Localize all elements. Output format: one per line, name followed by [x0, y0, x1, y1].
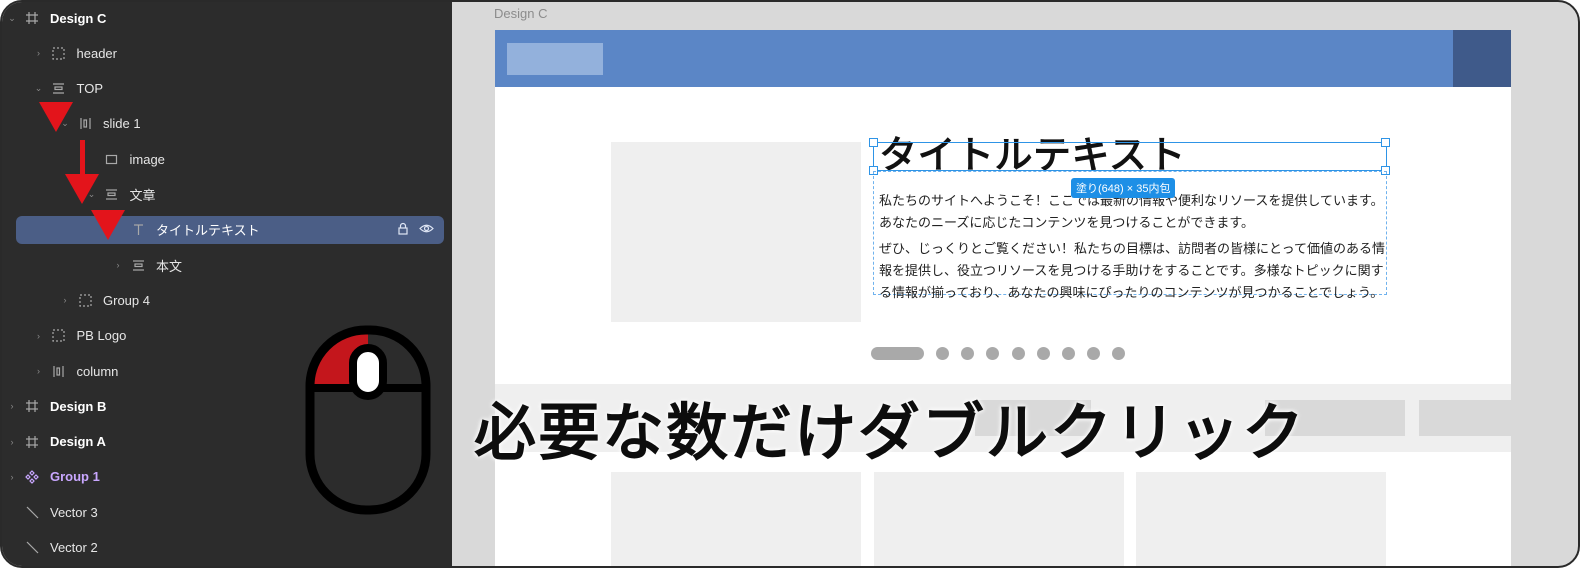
layer-label: slide 1	[103, 116, 141, 132]
column-cell[interactable]	[1419, 400, 1511, 436]
autolayout-horizontal-icon	[51, 363, 67, 379]
frame-label[interactable]: Design C	[494, 6, 547, 21]
line-icon	[24, 540, 40, 556]
layer-label: Group 4	[103, 292, 150, 308]
chevron-right-icon[interactable]: ›	[112, 260, 124, 270]
red-arrow-shaft	[80, 140, 85, 176]
rectangle-icon	[104, 151, 120, 167]
chevron-right-icon[interactable]: ›	[33, 331, 45, 341]
layer-label: PB Logo	[76, 328, 127, 344]
slide-image[interactable]	[611, 142, 861, 322]
layer-label: Design B	[50, 398, 107, 414]
chevron-right-icon[interactable]: ›	[59, 295, 71, 305]
layer-row-6[interactable]: タイトルテキスト	[16, 215, 444, 244]
carousel-active-indicator[interactable]	[871, 347, 924, 360]
body-paragraph[interactable]: ぜひ、じっくりとご覧ください！私たちの目標は、訪問者の皆様にとって価値のある情報…	[879, 238, 1395, 304]
red-arrow-marker	[65, 174, 99, 204]
red-arrow-marker	[91, 210, 125, 240]
component-icon	[24, 469, 40, 485]
chevron-right-icon[interactable]: ›	[33, 366, 45, 376]
layer-row-4[interactable]: image	[2, 145, 452, 173]
layer-row-1[interactable]: › header	[2, 39, 452, 67]
layer-label: Design A	[50, 434, 106, 450]
mouse-left-click-icon	[305, 325, 431, 515]
logo-placeholder[interactable]	[507, 43, 603, 75]
layer-row-15[interactable]: Vector 2	[2, 534, 452, 562]
layer-label: column	[76, 363, 119, 379]
carousel-dot[interactable]	[1112, 347, 1126, 360]
carousel-dot[interactable]	[986, 347, 1000, 360]
card-placeholder[interactable]	[611, 472, 861, 566]
resize-handle[interactable]	[869, 138, 878, 147]
autolayout-vertical-icon	[51, 81, 67, 97]
carousel-dot[interactable]	[1011, 347, 1025, 360]
layer-row-8[interactable]: › Group 4	[2, 286, 452, 314]
text-icon	[130, 222, 146, 238]
eye-icon[interactable]	[419, 222, 434, 238]
layer-label: 文章	[129, 188, 156, 203]
card-placeholder[interactable]	[1136, 472, 1386, 566]
frame-icon	[24, 434, 40, 450]
lock-icon[interactable]	[397, 222, 409, 238]
carousel-dot[interactable]	[1036, 347, 1050, 360]
size-tag: 塗り(648) × 35内包	[1071, 178, 1176, 198]
layer-label: TOP	[76, 81, 104, 97]
red-arrow-marker	[39, 102, 73, 132]
autolayout-horizontal-icon	[77, 116, 93, 132]
layer-label: Vector 3	[50, 504, 98, 520]
layer-label: Design C	[50, 10, 107, 26]
layer-label: Vector 2	[50, 540, 98, 555]
layer-row-2[interactable]: ⌄ TOP	[2, 75, 452, 103]
layer-label: header	[76, 45, 117, 61]
chevron-down-icon[interactable]: ⌄	[6, 13, 18, 24]
instruction-caption: 必要な数だけダブルクリック	[474, 399, 1307, 468]
design-c-artboard[interactable]: タイトルテキスト 私たちのサイトへようこそ！ここでは最新の情報や便利なリソースを…	[495, 30, 1511, 566]
chevron-right-icon[interactable]: ›	[33, 48, 45, 58]
layer-label: image	[129, 151, 165, 167]
layer-label: Group 1	[50, 469, 100, 485]
frame-icon	[24, 398, 40, 414]
line-icon	[24, 504, 40, 520]
site-header[interactable]	[495, 30, 1511, 87]
frame-icon	[24, 10, 40, 26]
chevron-down-icon[interactable]: ⌄	[33, 83, 45, 94]
chevron-right-icon[interactable]: ›	[6, 472, 18, 482]
carousel-dot[interactable]	[936, 347, 949, 360]
group-dashed-icon	[51, 328, 67, 344]
card-placeholder[interactable]	[874, 472, 1124, 566]
layer-row-0[interactable]: ⌄ Design C	[2, 4, 452, 32]
resize-handle[interactable]	[1381, 138, 1390, 147]
chevron-right-icon[interactable]: ›	[6, 437, 18, 447]
chevron-right-icon[interactable]: ›	[6, 401, 18, 411]
group-dashed-icon	[51, 45, 67, 61]
autolayout-vertical-icon	[104, 187, 120, 203]
selection-outline	[873, 142, 1387, 171]
layer-label: タイトルテキスト	[156, 223, 260, 239]
layer-label: 本文	[156, 258, 183, 274]
carousel-dot[interactable]	[1062, 347, 1075, 360]
carousel-dot[interactable]	[1087, 347, 1101, 360]
layer-row-7[interactable]: › 本文	[2, 251, 452, 279]
header-menu-block[interactable]	[1453, 30, 1511, 87]
group-dashed-icon	[77, 292, 93, 308]
app-window: ⌄ Design C › header ⌄ TOP ⌄ slide 1 image ⌄ 文章 タイトル…	[0, 0, 1580, 568]
autolayout-vertical-icon	[130, 257, 146, 273]
carousel-dot[interactable]	[961, 347, 975, 360]
